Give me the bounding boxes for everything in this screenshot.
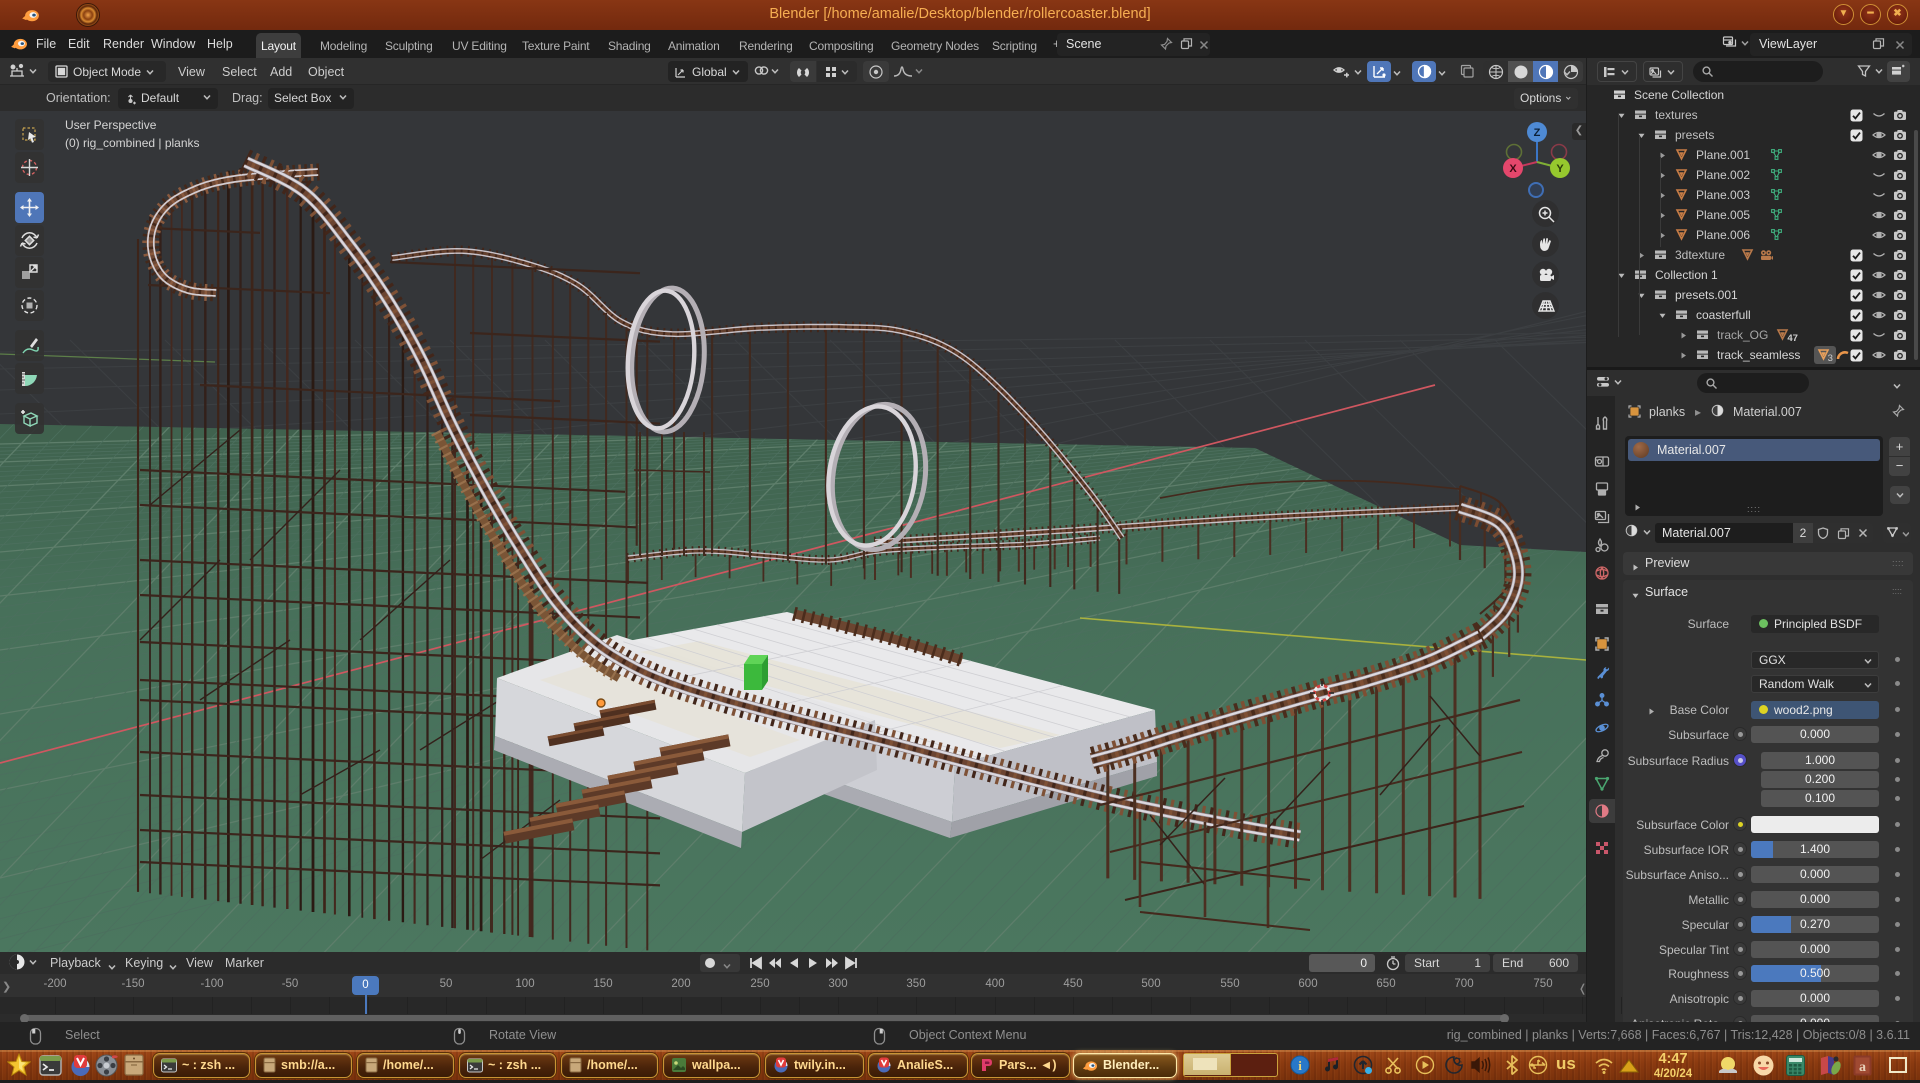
svg-text:Y: Y xyxy=(1556,163,1564,175)
svg-text:a: a xyxy=(1859,1060,1866,1075)
svg-text:Z: Z xyxy=(1534,127,1541,139)
svg-text:X: X xyxy=(1509,163,1517,175)
svg-text:i: i xyxy=(1298,1058,1302,1073)
